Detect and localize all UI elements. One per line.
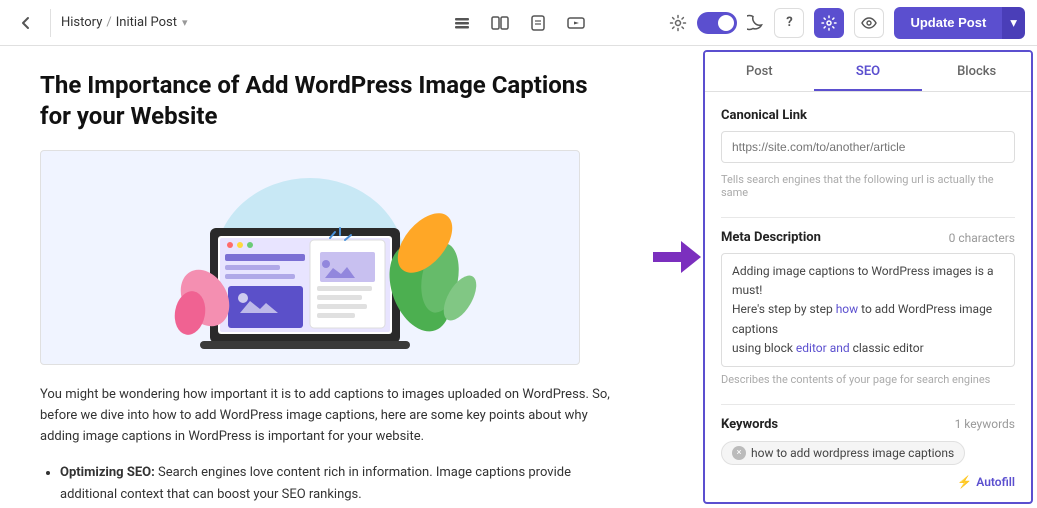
sidebar-panel: Post SEO Blocks Canonical Link Tells sea… xyxy=(703,50,1033,504)
question-icon: ? xyxy=(786,15,792,30)
preview-icon-btn[interactable] xyxy=(854,8,884,38)
meta-desc-content[interactable]: Adding image captions to WordPress image… xyxy=(721,253,1015,367)
editor-area: The Importance of Add WordPress Image Ca… xyxy=(0,46,653,508)
keywords-header: Keywords 1 keywords xyxy=(721,417,1015,432)
right-arrow-icon xyxy=(653,241,701,273)
columns-icon[interactable] xyxy=(490,13,510,33)
breadcrumb-separator: / xyxy=(106,15,111,30)
breadcrumb: History / Initial Post ▾ xyxy=(61,15,188,30)
autofill-label: Autofill xyxy=(976,475,1015,489)
toggle-wrapper xyxy=(697,12,737,34)
settings-icon-btn[interactable] xyxy=(814,8,844,38)
meta-desc-link-how: how xyxy=(836,302,858,316)
sidebar-tabs: Post SEO Blocks xyxy=(705,52,1031,92)
meta-desc-line1: Adding image captions to WordPress image… xyxy=(732,264,993,297)
meta-desc-line2-start: Here's step by step xyxy=(732,302,836,316)
keywords-title: Keywords xyxy=(721,417,778,432)
canonical-header: Canonical Link xyxy=(721,108,1015,123)
layers-icon[interactable] xyxy=(452,13,472,33)
keyword-text: how to add wordpress image captions xyxy=(751,446,954,460)
tab-seo[interactable]: SEO xyxy=(814,52,923,91)
post-title: The Importance of Add WordPress Image Ca… xyxy=(40,70,613,132)
divider-1 xyxy=(721,217,1015,218)
tab-post[interactable]: Post xyxy=(705,52,814,91)
list-item-bold-1: Optimizing SEO: xyxy=(60,465,155,480)
post-body-paragraph: You might be wondering how important it … xyxy=(40,385,613,447)
autofill-icon: ⚡ xyxy=(957,475,972,489)
divider-2 xyxy=(721,404,1015,405)
canonical-hint: Tells search engines that the following … xyxy=(721,173,1015,199)
back-button[interactable] xyxy=(12,9,40,37)
toggle-switch[interactable] xyxy=(697,12,737,34)
keywords-count: 1 keywords xyxy=(955,417,1015,431)
moon-icon[interactable] xyxy=(747,14,764,31)
update-post-btn-group: Update Post ▾ xyxy=(894,7,1025,39)
meta-description-section: Meta Description 0 characters Adding ima… xyxy=(721,230,1015,386)
breadcrumb-current-dropdown[interactable]: Initial Post ▾ xyxy=(116,15,188,30)
page-icon[interactable] xyxy=(528,13,548,33)
meta-desc-hint: Describes the contents of your page for … xyxy=(721,373,1015,386)
update-post-button[interactable]: Update Post xyxy=(894,7,1002,39)
meta-desc-header: Meta Description 0 characters xyxy=(721,230,1015,245)
list-item: Optimizing SEO: Search engines love cont… xyxy=(60,462,613,506)
tab-blocks[interactable]: Blocks xyxy=(922,52,1031,91)
remove-x-icon: × xyxy=(737,448,742,458)
main-layout: The Importance of Add WordPress Image Ca… xyxy=(0,46,1037,508)
tab-post-label: Post xyxy=(746,64,773,79)
meta-desc-link-and: and xyxy=(830,341,850,355)
toolbar-center-icons xyxy=(452,13,586,33)
meta-desc-title: Meta Description xyxy=(721,230,821,245)
autofill-button[interactable]: ⚡ Autofill xyxy=(721,475,1015,489)
meta-desc-line3-end: classic editor xyxy=(850,341,924,355)
canonical-link-section: Canonical Link Tells search engines that… xyxy=(721,108,1015,199)
update-dropdown-chevron-icon: ▾ xyxy=(1010,15,1017,31)
toolbar: History / Initial Post ▾ xyxy=(0,0,1037,46)
keywords-section: Keywords 1 keywords × how to add wordpre… xyxy=(721,417,1015,489)
keyword-remove-icon[interactable]: × xyxy=(732,446,746,460)
canonical-title: Canonical Link xyxy=(721,108,807,123)
breadcrumb-chevron-icon: ▾ xyxy=(182,16,188,29)
toolbar-divider xyxy=(50,9,51,37)
media-icon[interactable] xyxy=(566,13,586,33)
meta-desc-link-editor1: editor xyxy=(796,341,827,355)
update-post-dropdown-button[interactable]: ▾ xyxy=(1002,7,1025,39)
post-featured-image xyxy=(40,150,580,365)
breadcrumb-history: History xyxy=(61,15,102,30)
arrow-container xyxy=(653,46,703,508)
question-icon-btn[interactable]: ? xyxy=(774,8,804,38)
breadcrumb-current: Initial Post xyxy=(116,15,177,30)
post-list: Optimizing SEO: Search engines love cont… xyxy=(40,462,613,508)
meta-desc-char-count: 0 characters xyxy=(949,231,1015,245)
keyword-tag[interactable]: × how to add wordpress image captions xyxy=(721,441,965,465)
tab-seo-label: SEO xyxy=(856,64,880,79)
canonical-input[interactable] xyxy=(721,131,1015,163)
sidebar-seo-content: Canonical Link Tells search engines that… xyxy=(705,92,1031,502)
gear-icon-left[interactable] xyxy=(669,14,687,32)
tab-blocks-label: Blocks xyxy=(957,64,996,79)
meta-desc-line3-start: using block xyxy=(732,341,796,355)
toolbar-right: ? Update Post ▾ xyxy=(669,7,1025,39)
